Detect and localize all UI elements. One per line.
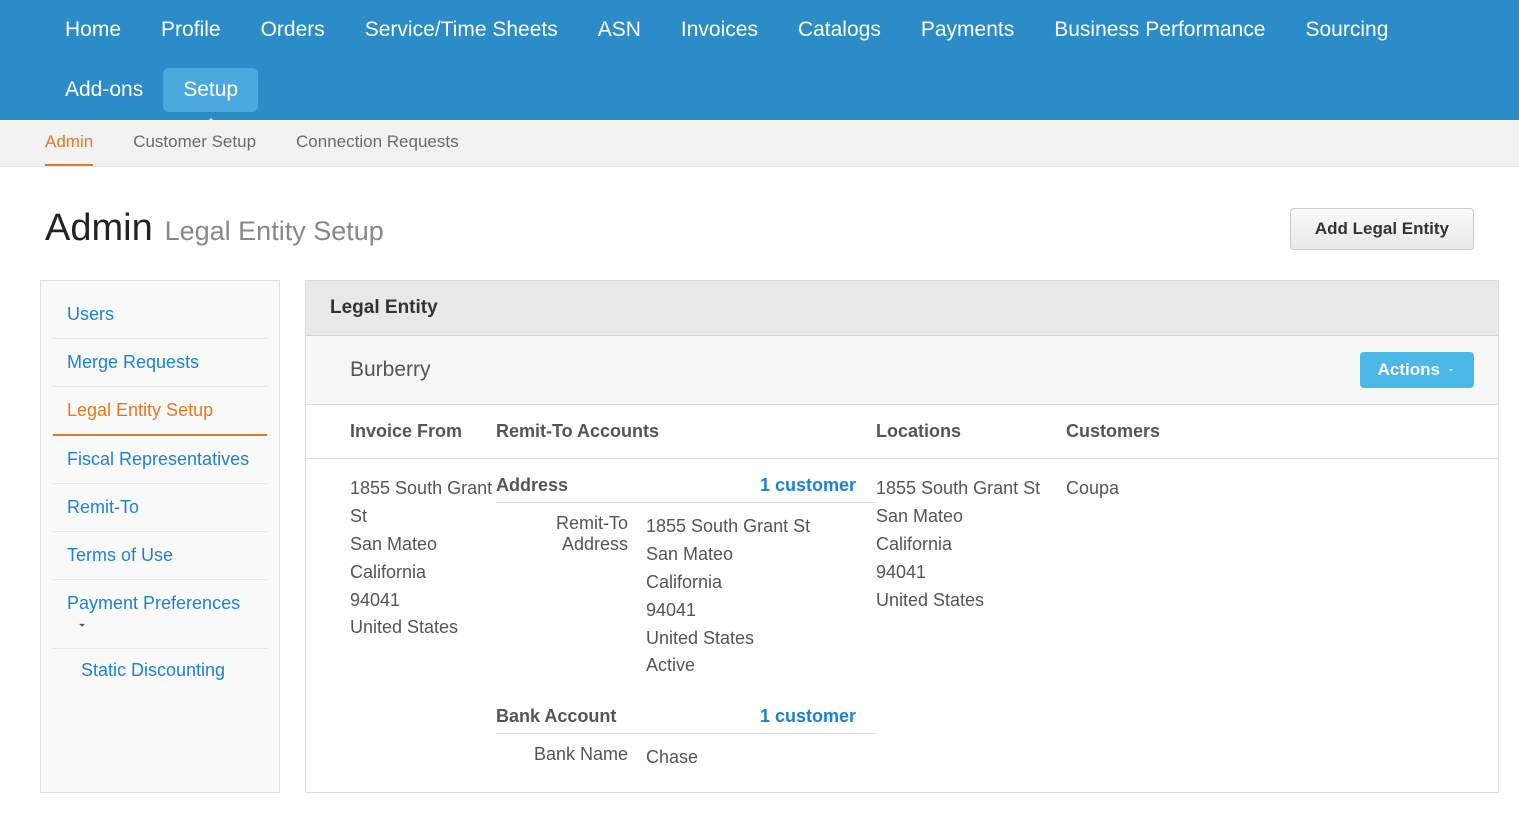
- remit-section-bank-account: Bank Account 1 customer Bank Name Chase: [496, 706, 876, 772]
- entity-row: Burberry Actions: [306, 336, 1498, 405]
- invoice-from-address: 1855 South Grant St San Mateo California…: [306, 475, 496, 776]
- sidebar-item-fiscal-representatives[interactable]: Fiscal Representatives: [53, 436, 267, 484]
- column-header-locations: Locations: [876, 421, 1066, 442]
- address-line: California: [350, 559, 496, 587]
- panel-header: Legal Entity: [306, 281, 1498, 336]
- sidebar-item-label: Legal Entity Setup: [67, 400, 213, 421]
- column-header-customers: Customers: [1066, 421, 1498, 442]
- sidebar-item-label: Remit-To: [67, 497, 139, 518]
- page-subtitle: Legal Entity Setup: [165, 216, 384, 246]
- sidebar-item-label: Users: [67, 304, 114, 325]
- address-line: United States: [876, 587, 1066, 615]
- nav-payments[interactable]: Payments: [901, 0, 1034, 60]
- address-line: 94041: [876, 559, 1066, 587]
- main-panel: Legal Entity Burberry Actions Invoice Fr…: [305, 280, 1499, 793]
- add-legal-entity-button[interactable]: Add Legal Entity: [1290, 208, 1474, 250]
- detail-header: Invoice From Remit-To Accounts Locations…: [306, 405, 1498, 459]
- address-line: San Mateo: [876, 503, 1066, 531]
- chevron-down-icon: [75, 614, 89, 635]
- nav-sourcing[interactable]: Sourcing: [1285, 0, 1408, 60]
- sidebar-item-payment-preferences[interactable]: Payment Preferences: [53, 580, 267, 649]
- locations-address: 1855 South Grant St San Mateo California…: [876, 475, 1066, 776]
- nav-profile[interactable]: Profile: [141, 0, 241, 60]
- nav-business-performance[interactable]: Business Performance: [1034, 0, 1285, 60]
- remit-section-address: Address 1 customer Remit-To Address 1855…: [496, 475, 876, 680]
- nav-service-time-sheets[interactable]: Service/Time Sheets: [345, 0, 578, 60]
- nav-asn[interactable]: ASN: [578, 0, 661, 60]
- sidebar-item-merge-requests[interactable]: Merge Requests: [53, 339, 267, 387]
- sub-nav-customer-setup[interactable]: Customer Setup: [133, 120, 256, 166]
- remit-section-title: Bank Account: [496, 706, 616, 727]
- sidebar-item-label: Terms of Use: [67, 545, 173, 566]
- sidebar-item-remit-to[interactable]: Remit-To: [53, 484, 267, 532]
- sidebar-item-terms-of-use[interactable]: Terms of Use: [53, 532, 267, 580]
- nav-invoices[interactable]: Invoices: [661, 0, 778, 60]
- entity-name: Burberry: [330, 358, 431, 382]
- nav-catalogs[interactable]: Catalogs: [778, 0, 901, 60]
- sub-nav: Admin Customer Setup Connection Requests: [0, 120, 1519, 167]
- sidebar-item-users[interactable]: Users: [53, 291, 267, 339]
- address-line: 94041: [350, 587, 496, 615]
- customers-list: Coupa: [1066, 475, 1498, 776]
- nav-orders[interactable]: Orders: [241, 0, 345, 60]
- remit-value: 1855 South Grant St San Mateo California…: [646, 513, 810, 680]
- address-line: San Mateo: [350, 531, 496, 559]
- remit-label: Bank Name: [496, 744, 646, 772]
- nav-add-ons[interactable]: Add-ons: [45, 60, 163, 120]
- remit-value: Chase: [646, 744, 698, 772]
- top-nav: Home Profile Orders Service/Time Sheets …: [0, 0, 1519, 120]
- sidebar-item-label: Fiscal Representatives: [67, 449, 249, 470]
- address-line: California: [876, 531, 1066, 559]
- remit-label: Remit-To Address: [496, 513, 646, 680]
- column-header-remit-to: Remit-To Accounts: [496, 421, 876, 442]
- customer-name: Coupa: [1066, 475, 1498, 503]
- remit-section-title: Address: [496, 475, 568, 496]
- address-line: United States: [350, 614, 496, 642]
- sub-nav-connection-requests[interactable]: Connection Requests: [296, 120, 459, 166]
- column-header-invoice-from: Invoice From: [306, 421, 496, 442]
- page-header: Admin Legal Entity Setup Add Legal Entit…: [20, 207, 1499, 250]
- address-line: 1855 South Grant St: [350, 475, 496, 531]
- sidebar-item-legal-entity-setup[interactable]: Legal Entity Setup: [53, 387, 267, 436]
- nav-setup[interactable]: Setup: [163, 68, 258, 112]
- customer-count-link[interactable]: 1 customer: [760, 475, 856, 496]
- detail-body: 1855 South Grant St San Mateo California…: [306, 459, 1498, 792]
- actions-button-label: Actions: [1378, 360, 1440, 380]
- actions-button[interactable]: Actions: [1360, 352, 1474, 388]
- sidebar-item-label: Merge Requests: [67, 352, 199, 373]
- sidebar: Users Merge Requests Legal Entity Setup …: [40, 280, 280, 793]
- sidebar-item-static-discounting[interactable]: Static Discounting: [53, 649, 267, 692]
- sub-nav-admin[interactable]: Admin: [45, 120, 93, 166]
- chevron-down-icon: [1446, 360, 1456, 380]
- sidebar-item-label: Static Discounting: [81, 660, 225, 681]
- address-line: 1855 South Grant St: [876, 475, 1066, 503]
- customer-count-link[interactable]: 1 customer: [760, 706, 856, 727]
- page-title: Admin: [45, 207, 153, 249]
- nav-home[interactable]: Home: [45, 0, 141, 60]
- remit-to-column: Address 1 customer Remit-To Address 1855…: [496, 475, 876, 776]
- sidebar-item-label: Payment Preferences: [67, 593, 240, 614]
